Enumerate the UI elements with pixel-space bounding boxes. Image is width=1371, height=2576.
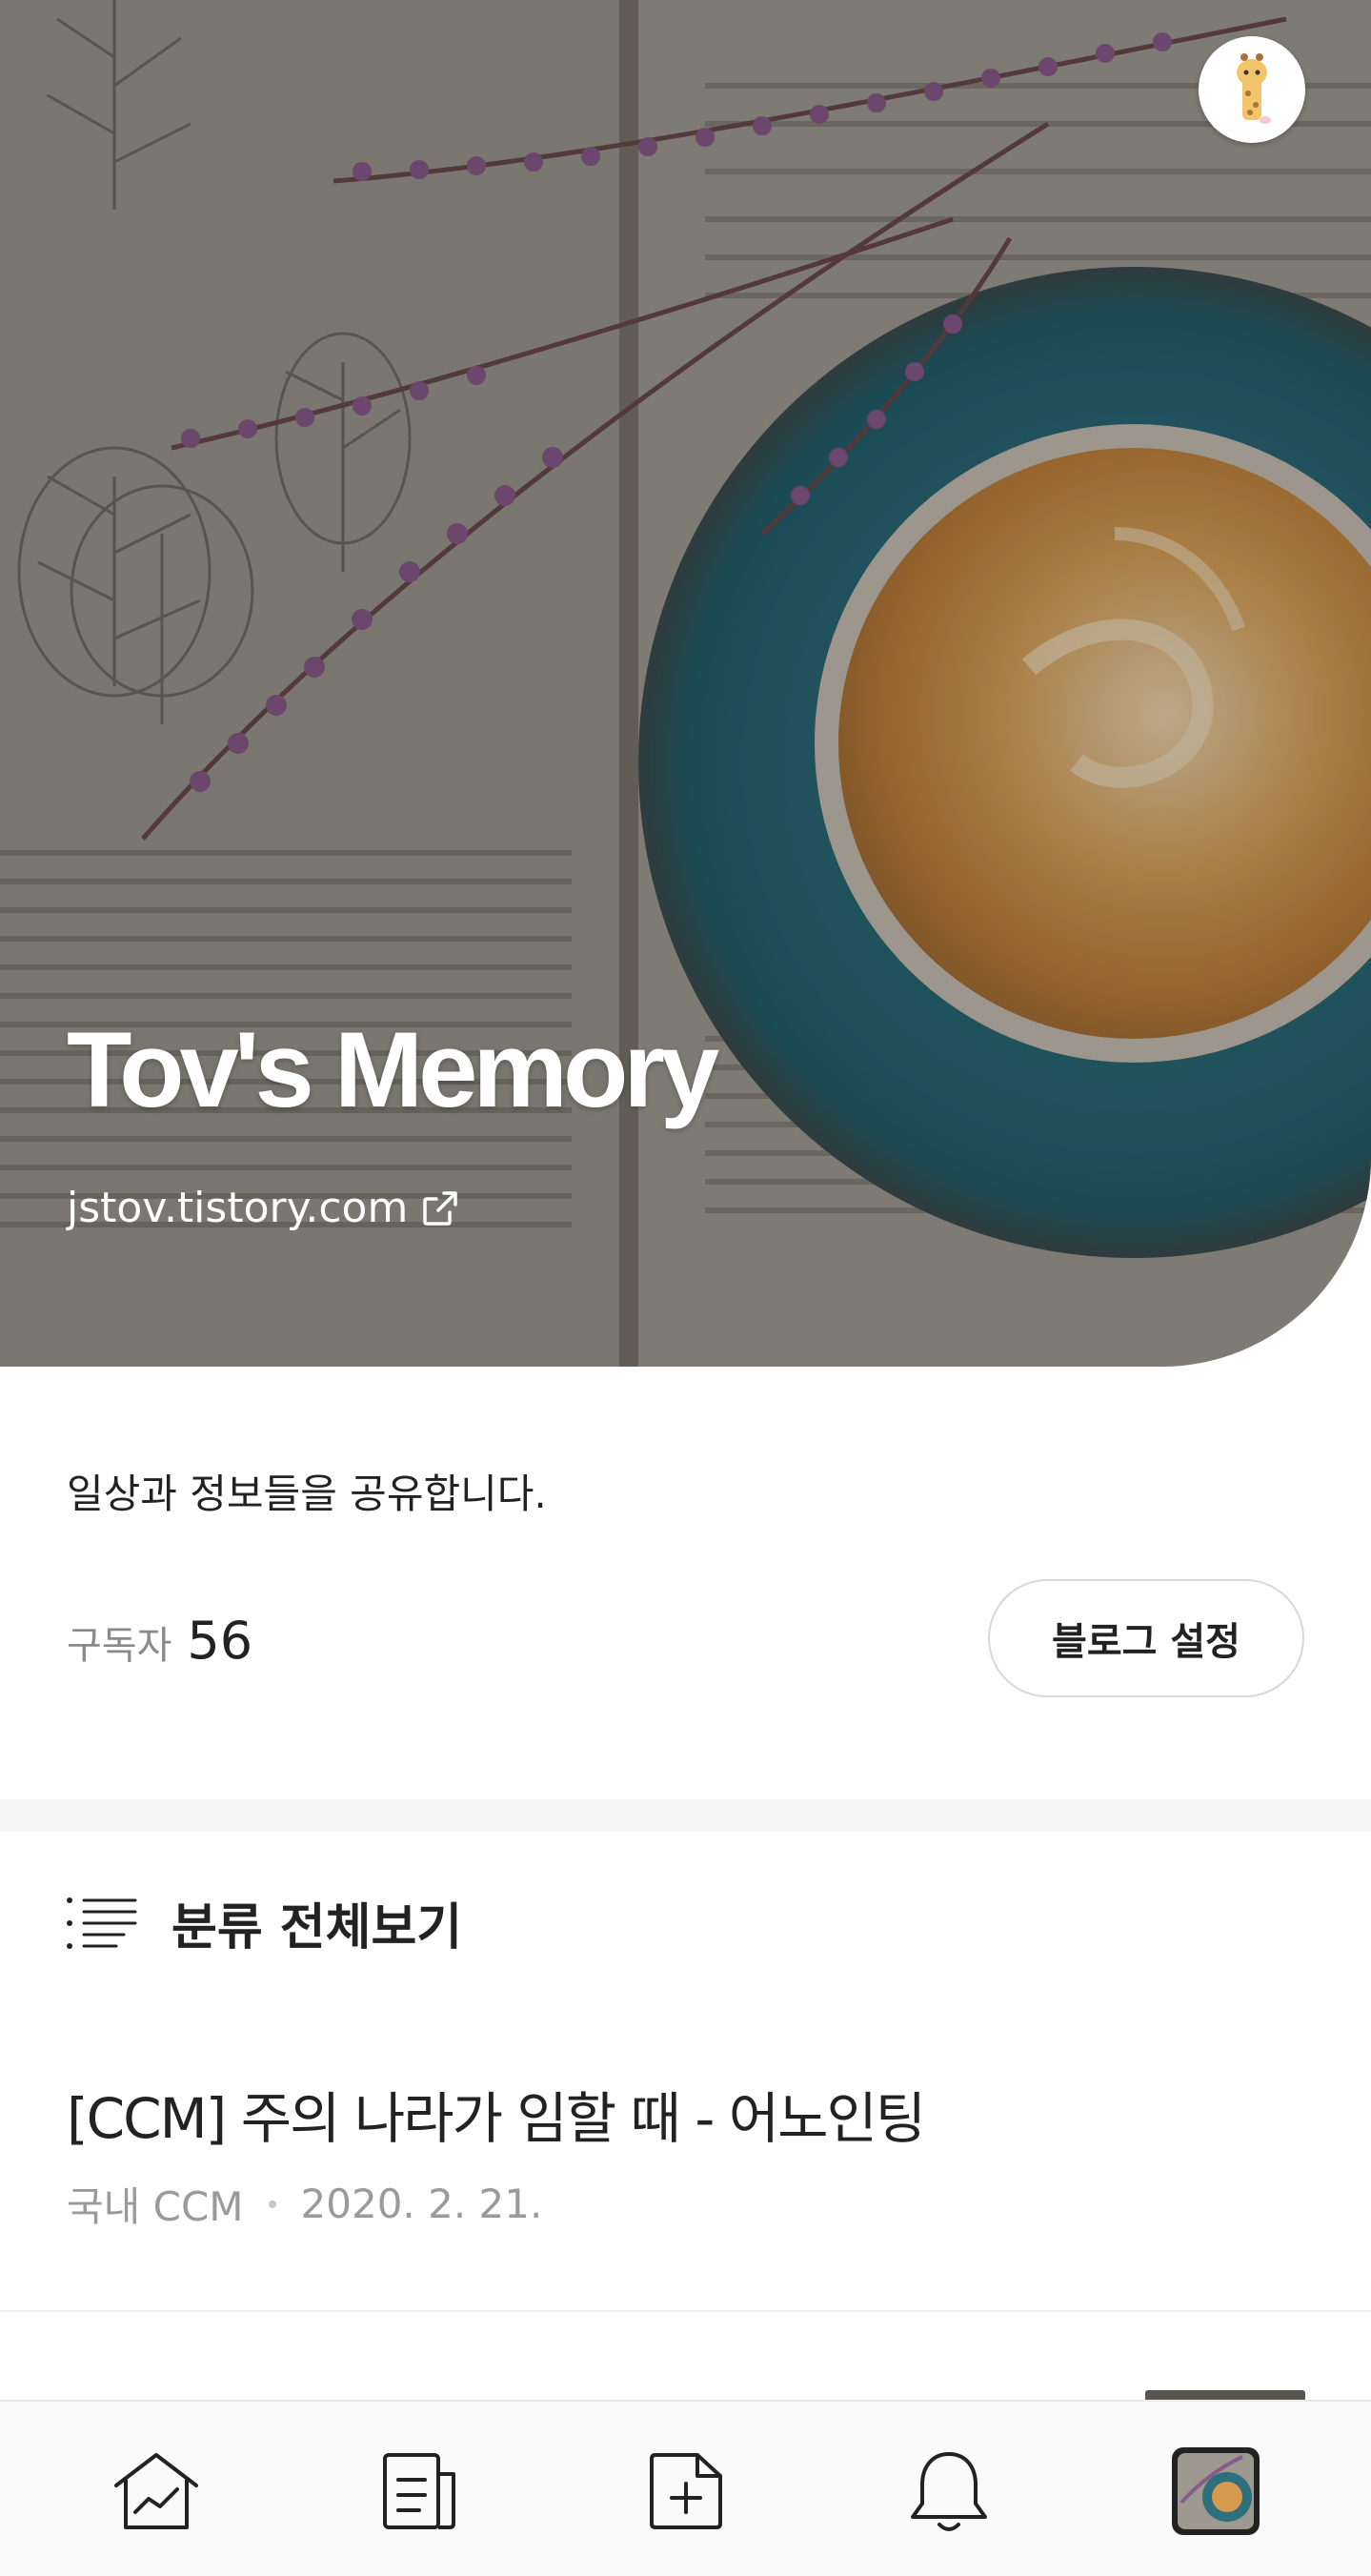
bottom-navigation: [0, 2400, 1371, 2576]
external-link-icon: [423, 1190, 458, 1226]
profile-avatar-button[interactable]: [1199, 36, 1305, 143]
subscriber-label: 구독자: [67, 1624, 172, 1668]
blog-url-text: jstov.tistory.com: [67, 1184, 409, 1232]
subscriber-count[interactable]: 구독자 56: [67, 1611, 252, 1671]
subscriber-number: 56: [187, 1611, 253, 1671]
document-icon: [383, 2453, 455, 2529]
blog-title: Tov's Memory: [67, 1010, 719, 1129]
blog-settings-button[interactable]: 블로그 설정: [988, 1579, 1304, 1697]
cover-image: [0, 0, 1371, 1367]
section-divider: [0, 1799, 1371, 1832]
home-chart-icon: [114, 2453, 198, 2529]
blog-description: 일상과 정보들을 공유합니다.: [67, 1471, 547, 1517]
category-all-link[interactable]: 분류 전체보기: [67, 1887, 462, 1958]
list-icon: [67, 1897, 137, 1949]
giraffe-icon: [1237, 53, 1271, 124]
new-post-icon: [650, 2453, 722, 2529]
next-item-peek: [1145, 2390, 1305, 2400]
meta-separator-dot: [268, 2200, 276, 2208]
bell-icon: [911, 2452, 987, 2531]
category-all-label: 분류 전체보기: [171, 1899, 463, 1957]
nav-write-button[interactable]: [638, 2444, 734, 2539]
nav-notifications-button[interactable]: [901, 2444, 997, 2539]
blog-cover: Tov's Memory jstov.tistory.com: [0, 0, 1371, 1367]
nav-home-button[interactable]: [109, 2444, 204, 2539]
nav-profile-button[interactable]: [1168, 2444, 1263, 2539]
post-title[interactable]: [CCM] 주의 나라가 임할 때 - 어노인팅: [67, 2074, 926, 2154]
post-meta: 국내 CCM 2020. 2. 21.: [67, 2175, 542, 2233]
profile-thumbnail: [1172, 2447, 1260, 2535]
post-date: 2020. 2. 21.: [300, 2180, 543, 2227]
nav-posts-button[interactable]: [373, 2444, 469, 2539]
blog-url-link[interactable]: jstov.tistory.com: [67, 1184, 459, 1232]
post-divider: [0, 2310, 1371, 2312]
post-category: 국내 CCM: [67, 2183, 244, 2230]
